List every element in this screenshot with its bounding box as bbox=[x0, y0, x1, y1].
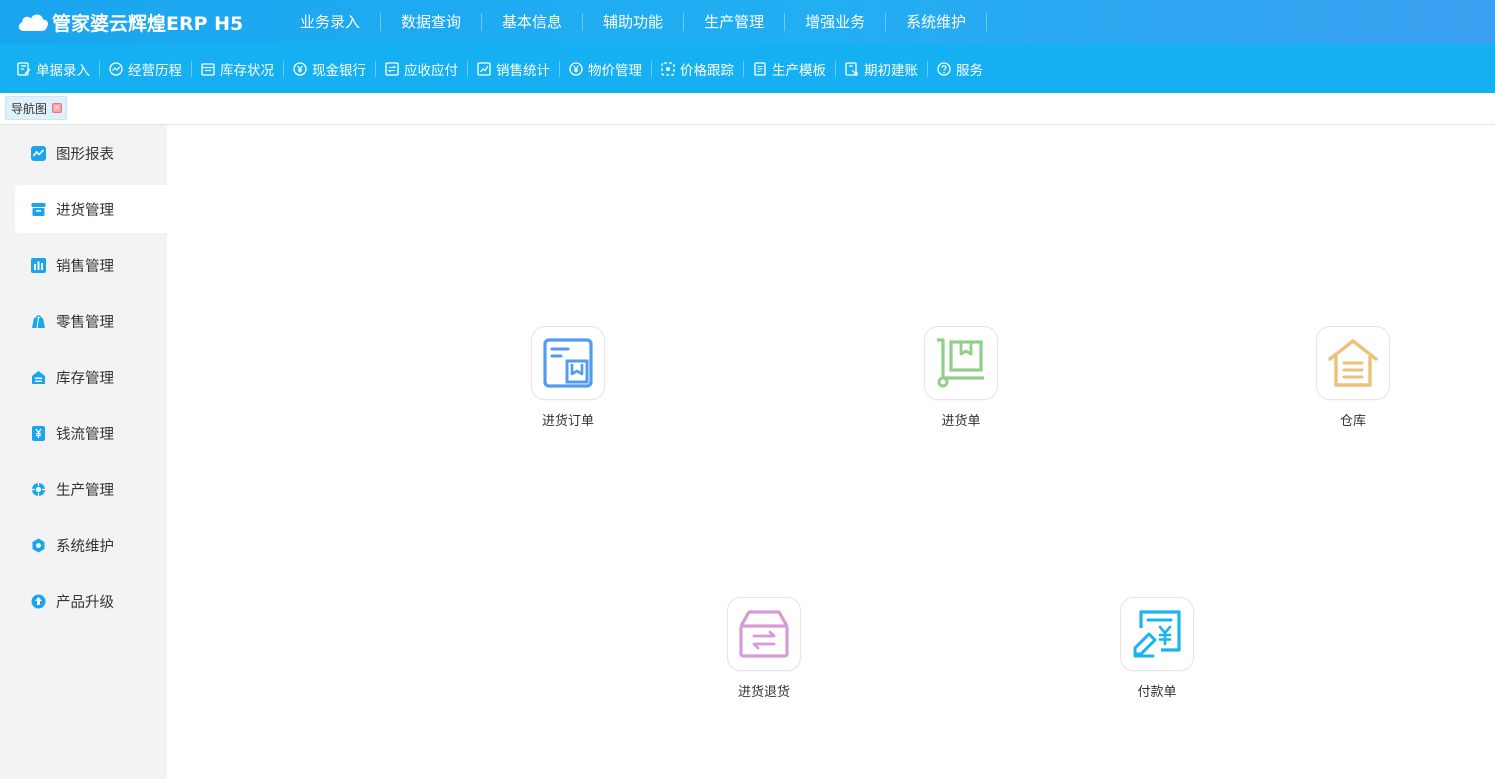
cloud-logo-icon bbox=[18, 14, 48, 31]
toolbar-label: 期初建账 bbox=[864, 62, 918, 79]
top-nav-item-system[interactable]: 系统维护 bbox=[886, 13, 988, 31]
toolbar-price-management[interactable]: 物价管理 bbox=[560, 60, 652, 79]
sidebar-item-production[interactable]: 生产管理 bbox=[15, 465, 167, 513]
toolbar-receivable-payable[interactable]: 应收应付 bbox=[376, 60, 468, 79]
tile-icon-box bbox=[727, 597, 801, 671]
toolbar-label: 库存状况 bbox=[220, 62, 274, 79]
yuan-circle-icon bbox=[293, 61, 307, 76]
toolbar-service[interactable]: 服务 bbox=[928, 61, 992, 79]
trend-circle-icon bbox=[109, 61, 123, 76]
sidebar-item-upgrade[interactable]: 产品升级 bbox=[15, 577, 167, 625]
cart-box-icon bbox=[937, 338, 984, 388]
top-nav: 业务录入 数据查询 基本信息 辅助功能 生产管理 增强业务 系统维护 bbox=[280, 0, 988, 44]
sidebar-item-purchase[interactable]: 进货管理 bbox=[15, 185, 167, 233]
sidebar-item-label: 进货管理 bbox=[56, 202, 114, 219]
tile-label: 仓库 bbox=[1339, 414, 1366, 429]
yuan-circle-icon bbox=[569, 61, 583, 76]
payment-doc-icon bbox=[1133, 610, 1181, 658]
edit-doc-icon bbox=[17, 61, 31, 76]
sidebar-item-inventory[interactable]: 库存管理 bbox=[15, 353, 167, 401]
sidebar-item-label: 系统维护 bbox=[56, 538, 114, 555]
top-nav-item-query[interactable]: 数据查询 bbox=[381, 13, 483, 31]
tile-purchase-receipt[interactable]: 进货单 bbox=[901, 326, 1021, 436]
tile-label: 付款单 bbox=[1137, 685, 1177, 700]
top-nav-item-production[interactable]: 生产管理 bbox=[684, 13, 786, 31]
tile-warehouse[interactable]: 仓库 bbox=[1293, 326, 1413, 436]
toolbar-business-history[interactable]: 经营历程 bbox=[100, 60, 192, 79]
purchase-order-icon bbox=[543, 338, 593, 388]
sidebar-item-retail[interactable]: 零售管理 bbox=[15, 297, 167, 345]
toolbar-label: 销售统计 bbox=[496, 62, 550, 79]
sidebar-item-label: 钱流管理 bbox=[56, 426, 114, 443]
gear-icon bbox=[32, 482, 45, 496]
hexagon-gear-icon bbox=[32, 538, 45, 552]
sidebar-item-cashflow[interactable]: 钱流管理 bbox=[15, 409, 167, 457]
yuan-box-icon bbox=[32, 425, 45, 441]
archive-box-icon bbox=[31, 202, 46, 216]
toolbar-label: 物价管理 bbox=[588, 62, 642, 79]
tab-label: 导航图 bbox=[11, 101, 48, 116]
tile-purchase-order[interactable]: 进货订单 bbox=[508, 326, 628, 436]
tab-strip: 导航图 × bbox=[0, 93, 1495, 125]
tile-label: 进货退货 bbox=[737, 685, 790, 700]
navigation-map-panel: 进货订单 进货单 仓库 进货退货 付款单 bbox=[167, 125, 1495, 779]
top-nav-item-enhanced[interactable]: 增强业务 bbox=[785, 13, 887, 31]
tab-navigation-map[interactable]: 导航图 × bbox=[5, 96, 68, 120]
top-nav-item-basic-info[interactable]: 基本信息 bbox=[482, 13, 584, 31]
tile-icon-box bbox=[531, 326, 605, 400]
sidebar-item-label: 库存管理 bbox=[56, 370, 114, 387]
line-chart-icon bbox=[31, 145, 46, 161]
tile-icon-box bbox=[1120, 597, 1194, 671]
account-book-icon bbox=[845, 61, 858, 76]
toolbar-cash-bank[interactable]: 现金银行 bbox=[284, 60, 376, 79]
close-icon[interactable]: × bbox=[52, 103, 63, 113]
sidebar-item-sales[interactable]: 销售管理 bbox=[15, 241, 167, 289]
chart-box-icon bbox=[477, 61, 491, 76]
sidebar: 图形报表 进货管理 销售管理 零售管理 库存管理 钱流管理 生产管理 系统维护 … bbox=[0, 125, 167, 779]
quick-toolbar: 单据录入 经营历程 库存状况 现金银行 应收应付 销售统计 物价管理 价格跟踪 … bbox=[0, 44, 1495, 93]
toolbar-price-tracking[interactable]: 价格跟踪 bbox=[652, 60, 744, 79]
toolbar-label: 价格跟踪 bbox=[680, 62, 734, 79]
tile-label: 进货单 bbox=[941, 414, 981, 429]
bar-chart-icon bbox=[31, 257, 46, 273]
sidebar-item-label: 生产管理 bbox=[56, 482, 114, 499]
warehouse-house-icon bbox=[1328, 339, 1378, 387]
shopping-bag-icon bbox=[32, 314, 45, 328]
toolbar-label: 应收应付 bbox=[404, 62, 458, 79]
toolbar-opening-accounts[interactable]: 期初建账 bbox=[836, 60, 928, 79]
tile-purchase-return[interactable]: 进货退货 bbox=[704, 597, 824, 707]
tile-icon-box bbox=[924, 326, 998, 400]
help-circle-icon bbox=[937, 61, 951, 76]
toolbar-label: 现金银行 bbox=[312, 62, 366, 79]
sidebar-item-label: 图形报表 bbox=[56, 146, 114, 163]
return-box-icon bbox=[739, 610, 789, 658]
toolbar-voucher-entry[interactable]: 单据录入 bbox=[8, 60, 100, 79]
upgrade-icon bbox=[31, 594, 46, 608]
top-nav-item-auxiliary[interactable]: 辅助功能 bbox=[583, 13, 685, 31]
top-header: 管家婆云辉煌ERP H5 业务录入 数据查询 基本信息 辅助功能 生产管理 增强… bbox=[0, 0, 1495, 44]
toolbar-label: 经营历程 bbox=[128, 62, 182, 79]
tile-icon-box bbox=[1316, 326, 1390, 400]
app-logo-text: 管家婆云辉煌ERP H5 bbox=[52, 12, 244, 35]
exchange-box-icon bbox=[385, 61, 399, 76]
tile-payment-voucher[interactable]: 付款单 bbox=[1097, 597, 1217, 707]
sidebar-item-label: 产品升级 bbox=[56, 594, 114, 611]
target-box-icon bbox=[661, 61, 675, 76]
warehouse-icon bbox=[32, 370, 45, 384]
toolbar-label: 生产模板 bbox=[772, 62, 826, 79]
toolbar-label: 服务 bbox=[956, 62, 983, 79]
toolbar-inventory-status[interactable]: 库存状况 bbox=[192, 60, 284, 79]
toolbar-label: 单据录入 bbox=[36, 62, 90, 79]
sidebar-item-charts[interactable]: 图形报表 bbox=[15, 129, 167, 177]
calendar-box-icon bbox=[201, 62, 215, 76]
document-icon bbox=[754, 61, 766, 76]
sidebar-item-system[interactable]: 系统维护 bbox=[15, 521, 167, 569]
tile-label: 进货订单 bbox=[541, 414, 594, 429]
toolbar-production-template[interactable]: 生产模板 bbox=[744, 60, 836, 79]
sidebar-item-label: 销售管理 bbox=[56, 258, 114, 275]
sidebar-item-label: 零售管理 bbox=[56, 314, 114, 331]
top-nav-item-entry[interactable]: 业务录入 bbox=[280, 13, 382, 31]
toolbar-sales-stats[interactable]: 销售统计 bbox=[468, 60, 560, 79]
app-logo[interactable]: 管家婆云辉煌ERP H5 bbox=[16, 7, 243, 37]
